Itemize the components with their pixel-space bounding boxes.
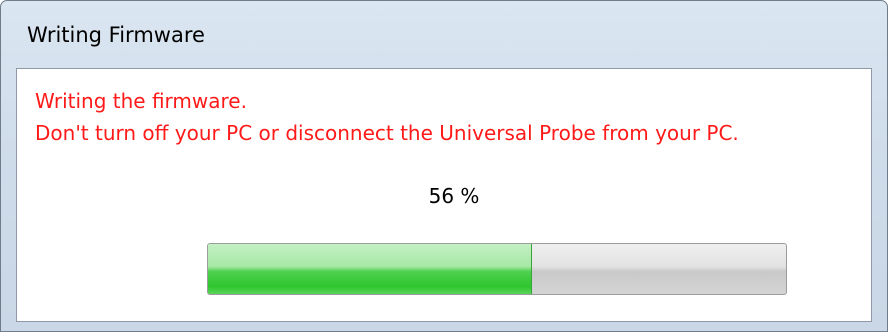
firmware-dialog: Writing Firmware Writing the firmware. D… [0,0,888,332]
progress-bar [207,243,787,295]
status-message: Writing the firmware. [35,89,247,113]
title-bar[interactable]: Writing Firmware [1,1,887,67]
dialog-content: Writing the firmware. Don't turn off you… [16,68,872,322]
window-title: Writing Firmware [27,23,205,47]
progress-bar-fill [208,244,532,294]
warning-message: Don't turn off your PC or disconnect the… [35,121,739,145]
progress-percent-label: 56 % [428,184,480,208]
